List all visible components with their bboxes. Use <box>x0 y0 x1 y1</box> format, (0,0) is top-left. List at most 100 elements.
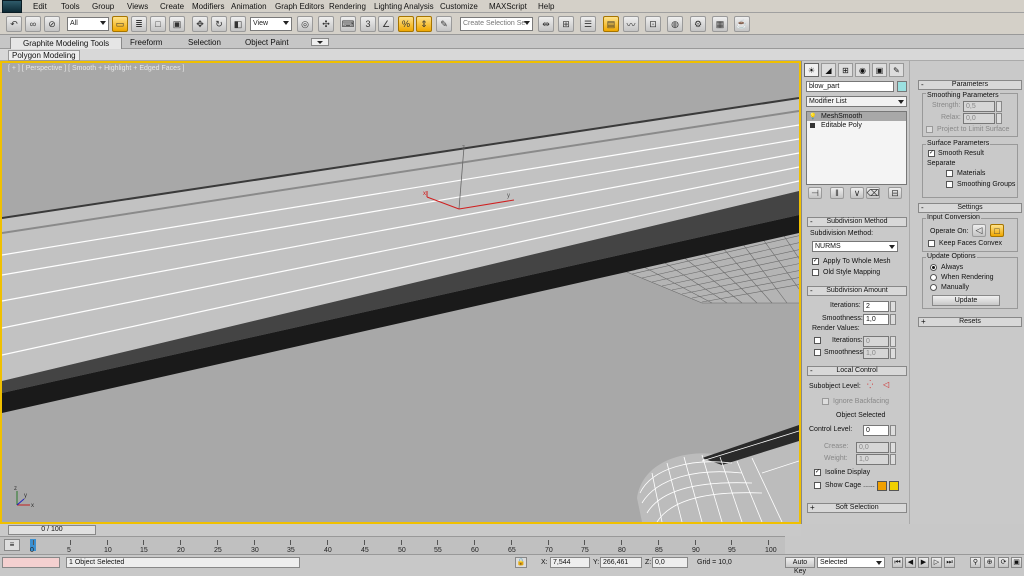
operate-on-faces-icon[interactable]: ◁ <box>972 224 986 237</box>
menu-rendering[interactable]: Rendering <box>329 2 366 11</box>
settings-rollout[interactable]: - Settings <box>918 203 1022 213</box>
smoothness-spinner[interactable]: 1,0 <box>863 314 889 325</box>
materials-checkbox[interactable] <box>946 170 953 177</box>
auto-key-button[interactable]: Auto Key <box>785 557 815 575</box>
tab-object-paint[interactable]: Object Paint <box>233 37 301 48</box>
update-always-radio[interactable] <box>930 264 937 271</box>
render-production-icon[interactable]: ☕ <box>734 16 750 32</box>
smooth-result-checkbox[interactable]: ✓ <box>928 150 935 157</box>
window-crossing-icon[interactable]: ▣ <box>169 16 185 32</box>
remove-modifier-icon[interactable]: ⌫ <box>866 187 880 199</box>
spinner-arrows-icon[interactable] <box>996 101 1002 112</box>
track-bar[interactable]: ≡ 0 5 10 15 20 25 30 35 40 45 50 55 60 65 70 75 80 85 90 95… <box>0 536 785 554</box>
viewport-label[interactable]: [ + ] [ Perspective ] [ Smooth + Highlig… <box>8 65 184 72</box>
hierarchy-tab-icon[interactable]: ⊞ <box>838 63 853 77</box>
motion-tab-icon[interactable]: ◉ <box>855 63 870 77</box>
key-mode-dropdown[interactable]: Selected <box>817 557 885 568</box>
perspective-viewport[interactable]: z x y z x y [+] [Perspective] [Smoo… <box>0 61 801 524</box>
cage-color-swatch-2[interactable] <box>889 481 899 491</box>
spinner-arrows-icon[interactable] <box>996 113 1002 124</box>
pin-stack-icon[interactable]: ⊣ <box>808 187 822 199</box>
maximize-viewport-icon[interactable]: ▣ <box>1011 557 1022 568</box>
menu-graph-editors[interactable]: Graph Editors <box>275 2 324 11</box>
modify-tab-icon[interactable]: ◢ <box>821 63 836 77</box>
spinner-arrows-icon[interactable] <box>890 314 896 325</box>
vertex-level-icon[interactable]: ⁛ <box>867 380 879 390</box>
pivot-center-icon[interactable]: ◎ <box>297 16 313 32</box>
mirror-icon[interactable]: ⇹ <box>538 16 554 32</box>
go-to-start-icon[interactable]: ⏮ <box>892 557 903 568</box>
unlink-icon[interactable]: ⊘ <box>44 16 60 32</box>
schematic-view-icon[interactable]: ⊡ <box>645 16 661 32</box>
snap-toggle[interactable]: 3 <box>360 16 376 32</box>
next-frame-icon[interactable]: ▷ <box>931 557 942 568</box>
spinner-arrows-icon[interactable] <box>890 425 896 436</box>
material-editor-icon[interactable]: ◍ <box>667 16 683 32</box>
local-control-rollout[interactable]: - Local Control <box>807 366 907 376</box>
scale-icon[interactable]: ◧ <box>230 16 246 32</box>
zoom-icon[interactable]: ⚲ <box>970 557 981 568</box>
display-tab-icon[interactable]: ▣ <box>872 63 887 77</box>
control-level-spinner[interactable]: 0 <box>863 425 889 436</box>
expand-plus-icon[interactable] <box>810 123 815 128</box>
project-limit-surface-checkbox[interactable] <box>926 126 933 133</box>
menu-help[interactable]: Help <box>538 2 554 11</box>
mini-curve-editor-icon[interactable]: ≡ <box>4 539 20 551</box>
percent-snap-icon[interactable]: % <box>398 16 414 32</box>
menu-modifiers[interactable]: Modifiers <box>192 2 224 11</box>
reference-coord-dropdown[interactable]: View <box>250 17 292 31</box>
x-coord-field[interactable]: 7,544 <box>550 557 590 568</box>
modifier-list-dropdown[interactable]: Modifier List <box>806 96 907 107</box>
subdivision-method-rollout[interactable]: - Subdivision Method <box>807 217 907 227</box>
tab-freeform[interactable]: Freeform <box>118 37 174 48</box>
move-icon[interactable]: ✥ <box>192 16 208 32</box>
ribbon-options-dropdown[interactable] <box>311 38 329 46</box>
iterations-spinner[interactable]: 2 <box>863 301 889 312</box>
update-manually-radio[interactable] <box>930 284 937 291</box>
menu-animation[interactable]: Animation <box>231 2 267 11</box>
render-setup-icon[interactable]: ⚙ <box>690 16 706 32</box>
tab-selection[interactable]: Selection <box>176 37 233 48</box>
edge-level-icon[interactable]: ◁ <box>883 380 895 390</box>
layer-manager-icon[interactable]: ☰ <box>580 16 596 32</box>
spinner-arrows-icon[interactable] <box>890 454 896 465</box>
spinner-arrows-icon[interactable] <box>890 301 896 312</box>
smoothing-groups-checkbox[interactable] <box>946 181 953 188</box>
angle-snap-icon[interactable]: ∠ <box>378 16 394 32</box>
render-iterations-checkbox[interactable] <box>814 337 821 344</box>
configure-sets-icon[interactable]: ⊟ <box>888 187 902 199</box>
make-unique-icon[interactable]: ∨ <box>850 187 864 199</box>
y-coord-field[interactable]: 266,461 <box>600 557 642 568</box>
menu-tools[interactable]: Tools <box>61 2 80 11</box>
menu-group[interactable]: Group <box>92 2 114 11</box>
lock-selection-icon[interactable]: 🔒 <box>515 557 527 568</box>
subdivision-amount-rollout[interactable]: - Subdivision Amount <box>807 286 907 296</box>
cage-color-swatch-1[interactable] <box>877 481 887 491</box>
polygon-modeling-panel[interactable]: Polygon Modeling <box>8 50 80 61</box>
app-logo-icon[interactable] <box>2 0 22 13</box>
select-by-name-icon[interactable]: ≣ <box>131 16 147 32</box>
rect-selection-icon[interactable]: □ <box>150 16 166 32</box>
ignore-backfacing-checkbox[interactable] <box>822 398 829 405</box>
stack-item-editable-poly[interactable]: Editable Poly <box>807 121 906 130</box>
isoline-display-checkbox[interactable]: ✓ <box>814 469 821 476</box>
previous-frame-icon[interactable]: ◀ <box>905 557 916 568</box>
curve-editor-icon[interactable]: 〰 <box>623 16 639 32</box>
link-icon[interactable]: ∞ <box>25 16 41 32</box>
render-smoothness-checkbox[interactable] <box>814 349 821 356</box>
soft-selection-rollout[interactable]: + Soft Selection <box>807 503 907 513</box>
update-button[interactable]: Update <box>932 295 1000 306</box>
keep-faces-convex-checkbox[interactable] <box>928 240 935 247</box>
named-selection-sets-input[interactable]: Create Selection Se <box>460 17 533 31</box>
object-name-input[interactable]: blow_part <box>806 81 894 92</box>
spinner-arrows-icon[interactable] <box>890 336 896 347</box>
weight-spinner[interactable]: 1,0 <box>856 454 889 465</box>
play-icon[interactable]: ▶ <box>918 557 929 568</box>
menu-views[interactable]: Views <box>127 2 148 11</box>
named-selection-edit-icon[interactable]: ✎ <box>436 16 452 32</box>
tab-graphite-modeling-tools[interactable]: Graphite Modeling Tools <box>10 37 123 49</box>
create-tab-icon[interactable]: ☀ <box>804 63 819 77</box>
crease-spinner[interactable]: 0,0 <box>856 442 889 453</box>
align-icon[interactable]: ⊞ <box>558 16 574 32</box>
menu-lighting-analysis[interactable]: Lighting Analysis <box>374 2 434 11</box>
